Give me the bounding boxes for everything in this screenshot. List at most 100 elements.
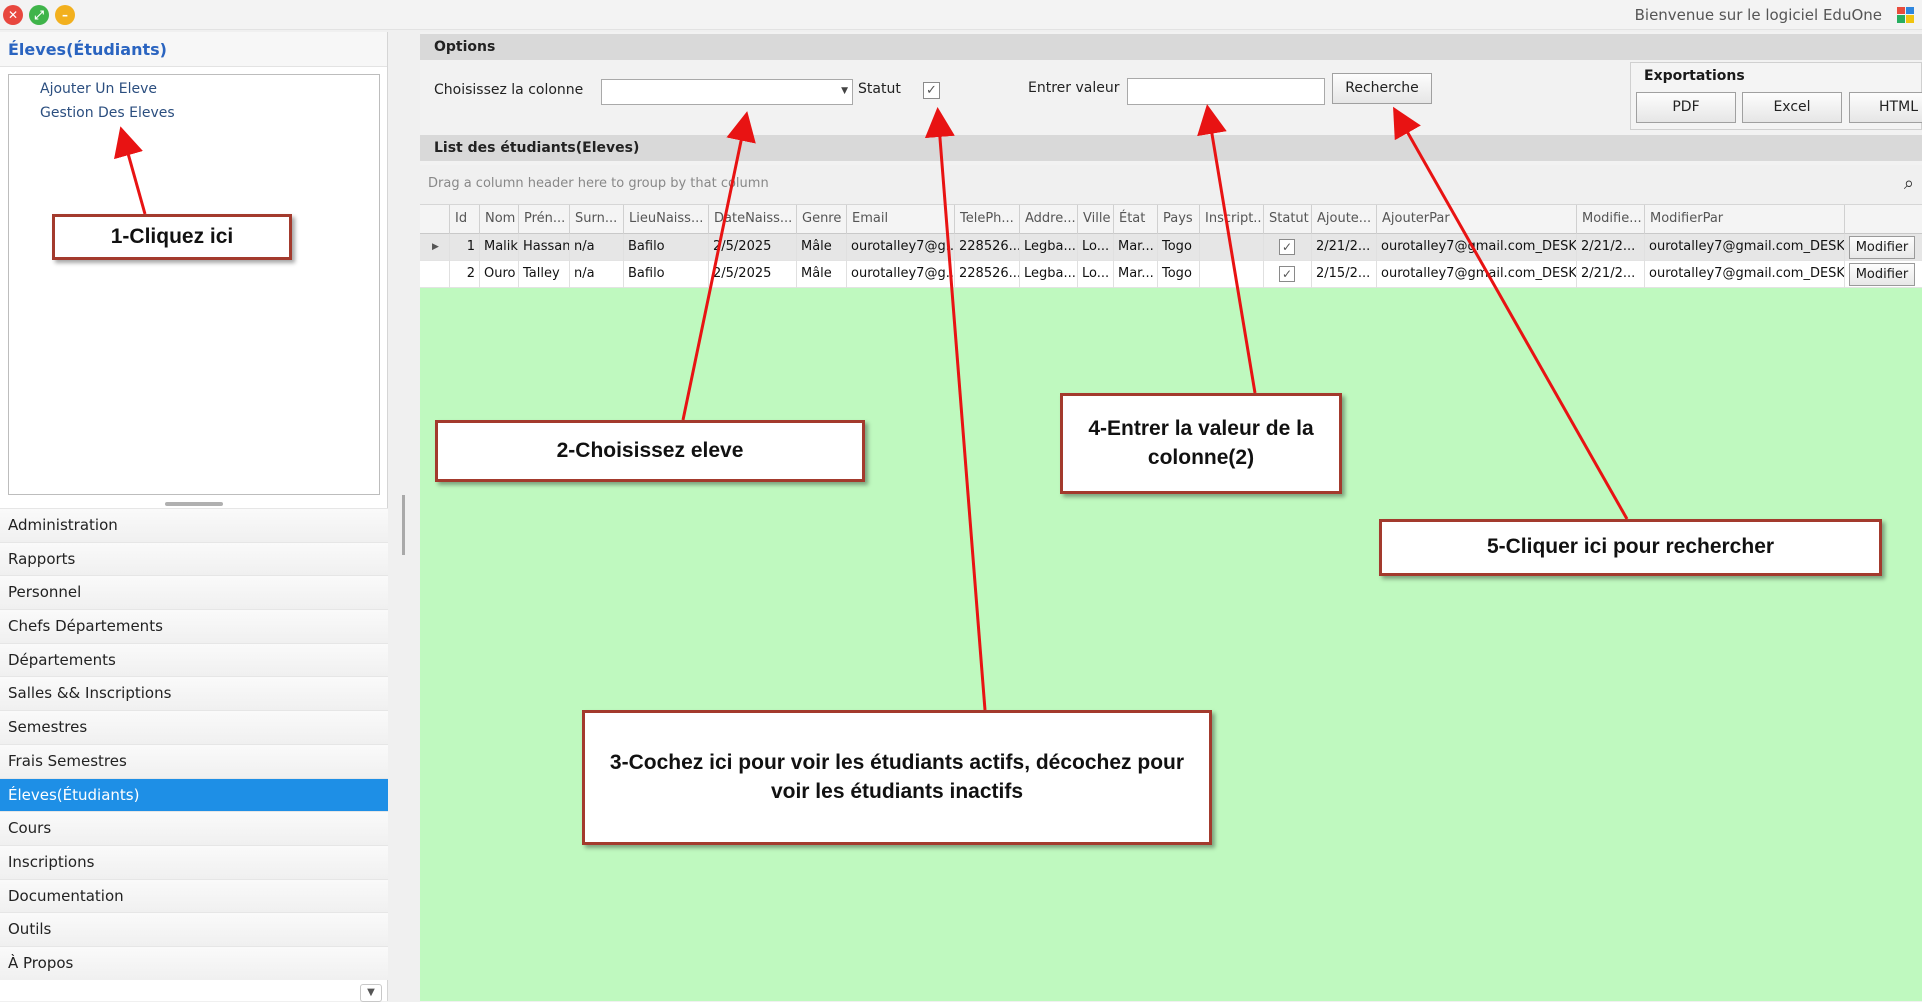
- nav-item-personnel[interactable]: Personnel: [0, 575, 388, 610]
- nav-item-frais-semestres[interactable]: Frais Semestres: [0, 743, 388, 778]
- close-window-button[interactable]: ✕: [3, 5, 23, 25]
- cell-surnom: n/a: [570, 234, 624, 261]
- cell-adresse: Legba...: [1020, 234, 1078, 261]
- cell-modifie: 2/21/2...: [1577, 234, 1645, 261]
- cell-ajouter-par: ourotalley7@gmail.com_DESK...: [1377, 261, 1577, 288]
- nav-item-outils[interactable]: Outils: [0, 912, 388, 946]
- col-header-statut[interactable]: Statut: [1264, 205, 1312, 234]
- cell-genre: Mâle: [797, 234, 847, 261]
- export-excel-button[interactable]: Excel: [1742, 92, 1842, 123]
- nav-item-a-propos[interactable]: À Propos: [0, 945, 388, 980]
- col-header-modifier-par[interactable]: ModifierPar: [1645, 205, 1845, 234]
- vertical-splitter[interactable]: [402, 495, 405, 555]
- main-panel: Options Choisissez la colonne ▼ Statut ✓…: [420, 32, 1922, 1001]
- col-header-pays[interactable]: Pays: [1158, 205, 1200, 234]
- search-button[interactable]: Recherche: [1332, 73, 1432, 104]
- cell-statut: ✓: [1264, 261, 1312, 288]
- row-statut-checkbox[interactable]: ✓: [1279, 266, 1295, 282]
- row-indicator-header: [420, 205, 450, 234]
- col-header-lieu-naissance[interactable]: LieuNaiss...: [624, 205, 709, 234]
- col-header-adresse[interactable]: Addre...: [1020, 205, 1078, 234]
- cell-etat: Mar...: [1114, 234, 1158, 261]
- options-group-title: Options: [420, 34, 1922, 60]
- nav-item-departements[interactable]: Départements: [0, 642, 388, 677]
- cell-prenom: Hassan: [519, 234, 570, 261]
- chevron-down-icon: ▼: [841, 86, 848, 96]
- nav-item-inscriptions[interactable]: Inscriptions: [0, 844, 388, 879]
- tree-panel: Ajouter Un Eleve Gestion Des Eleves: [8, 74, 380, 495]
- export-pdf-button[interactable]: PDF: [1636, 92, 1736, 123]
- minimize-window-button[interactable]: –: [55, 5, 75, 25]
- col-header-surnom[interactable]: Surn...: [570, 205, 624, 234]
- cell-modifie: 2/21/2...: [1577, 261, 1645, 288]
- nav-list: Administration Rapports Personnel Chefs …: [0, 508, 388, 980]
- app-title: Bienvenue sur le logiciel EduOne: [1634, 6, 1882, 24]
- nav-item-eleves[interactable]: Éleves(Étudiants): [0, 777, 388, 812]
- cell-pays: Togo: [1158, 261, 1200, 288]
- tree-item-ajouter-eleve[interactable]: Ajouter Un Eleve: [40, 81, 157, 97]
- nav-item-chefs-departements[interactable]: Chefs Départements: [0, 609, 388, 643]
- col-header-action: [1845, 205, 1922, 234]
- nav-item-salles-inscriptions[interactable]: Salles && Inscriptions: [0, 676, 388, 711]
- cell-nom: Malik: [480, 234, 519, 261]
- annotation-4: 4-Entrer la valeur de la colonne(2): [1060, 393, 1342, 494]
- table-row[interactable]: ▶ 1 Malik Hassan n/a Bafilo 2/5/2025 Mâl…: [420, 234, 1922, 261]
- sidebar: Éleves(Étudiants) Ajouter Un Eleve Gesti…: [0, 32, 388, 1002]
- col-header-date-naissance[interactable]: DateNaiss...: [709, 205, 797, 234]
- cell-pays: Togo: [1158, 234, 1200, 261]
- export-html-button[interactable]: HTML: [1849, 92, 1922, 123]
- nav-item-rapports[interactable]: Rapports: [0, 541, 388, 576]
- cell-telephone: 228526...: [955, 261, 1020, 288]
- nav-item-administration[interactable]: Administration: [0, 508, 388, 542]
- group-by-hint: Drag a column header here to group by th…: [428, 176, 769, 191]
- cell-ajoute: 2/21/2...: [1312, 234, 1377, 261]
- group-by-panel[interactable]: Drag a column header here to group by th…: [420, 165, 1922, 205]
- modifier-button[interactable]: Modifier: [1849, 236, 1915, 259]
- annotation-5: 5-Cliquer ici pour rechercher: [1379, 519, 1882, 576]
- cell-surnom: n/a: [570, 261, 624, 288]
- col-header-inscription[interactable]: Inscript...: [1200, 205, 1264, 234]
- title-bar: ✕ ⤢ – Bienvenue sur le logiciel EduOne: [0, 0, 1922, 30]
- col-header-nom[interactable]: Nom: [480, 205, 519, 234]
- col-header-ajoute[interactable]: Ajoute...: [1312, 205, 1377, 234]
- annotation-3: 3-Cochez ici pour voir les étudiants act…: [582, 710, 1212, 845]
- cell-email: ourotalley7@g...: [847, 261, 955, 288]
- list-title: List des étudiants(Eleves): [420, 135, 1922, 161]
- sidebar-header: Éleves(Étudiants): [0, 32, 387, 67]
- nav-item-semestres[interactable]: Semestres: [0, 710, 388, 744]
- statut-label: Statut: [858, 81, 901, 97]
- col-header-telephone[interactable]: TelePh...: [955, 205, 1020, 234]
- col-header-email[interactable]: Email: [847, 205, 955, 234]
- value-label: Entrer valeur: [1028, 80, 1120, 96]
- chevron-down-icon[interactable]: ▼: [360, 984, 382, 1002]
- col-header-genre[interactable]: Genre: [797, 205, 847, 234]
- col-header-modifie[interactable]: Modifie...: [1577, 205, 1645, 234]
- col-header-prenom[interactable]: Prén...: [519, 205, 570, 234]
- col-header-etat[interactable]: État: [1114, 205, 1158, 234]
- cell-lieu: Bafilo: [624, 261, 709, 288]
- cell-date: 2/5/2025: [709, 261, 797, 288]
- col-header-ajouter-par[interactable]: AjouterPar: [1377, 205, 1577, 234]
- panel-splitter-handle[interactable]: [165, 502, 223, 506]
- search-icon[interactable]: ⌕: [1904, 173, 1914, 194]
- value-input[interactable]: [1127, 78, 1325, 105]
- cell-prenom: Talley: [519, 261, 570, 288]
- tree-item-gestion-eleves[interactable]: Gestion Des Eleves: [40, 105, 175, 121]
- cell-etat: Mar...: [1114, 261, 1158, 288]
- col-header-id[interactable]: Id: [450, 205, 480, 234]
- col-header-ville[interactable]: Ville: [1078, 205, 1114, 234]
- cell-ville: Lo...: [1078, 234, 1114, 261]
- grid-header: Id Nom Prén... Surn... LieuNaiss... Date…: [420, 205, 1922, 234]
- nav-item-cours[interactable]: Cours: [0, 811, 388, 845]
- modifier-button[interactable]: Modifier: [1849, 263, 1915, 286]
- cell-id: 2: [450, 261, 480, 288]
- maximize-window-button[interactable]: ⤢: [29, 5, 49, 25]
- statut-checkbox[interactable]: ✓: [923, 82, 940, 99]
- row-statut-checkbox[interactable]: ✓: [1279, 239, 1295, 255]
- table-row[interactable]: 2 Ouro Talley n/a Bafilo 2/5/2025 Mâle o…: [420, 261, 1922, 288]
- cell-modifier-par: ourotalley7@gmail.com_DESK...: [1645, 234, 1845, 261]
- cell-email: ourotalley7@g...: [847, 234, 955, 261]
- nav-item-documentation[interactable]: Documentation: [0, 878, 388, 913]
- cell-id: 1: [450, 234, 480, 261]
- column-select[interactable]: ▼: [601, 79, 853, 105]
